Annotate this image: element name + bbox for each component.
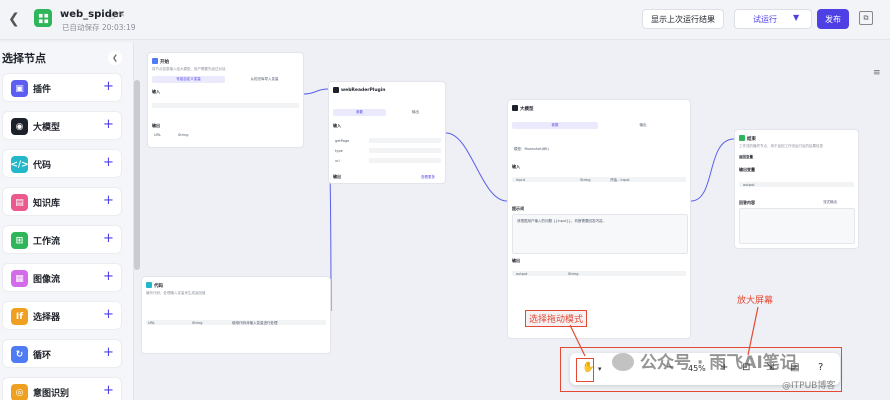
annotation-arrows xyxy=(569,306,759,357)
watermark-logo xyxy=(612,353,634,371)
watermark-subtext: @ITPUB博客 xyxy=(782,381,836,391)
watermark-text: 公众号 · 雨飞AI笔记 xyxy=(640,353,797,373)
drag-mode-arrow xyxy=(569,324,586,357)
